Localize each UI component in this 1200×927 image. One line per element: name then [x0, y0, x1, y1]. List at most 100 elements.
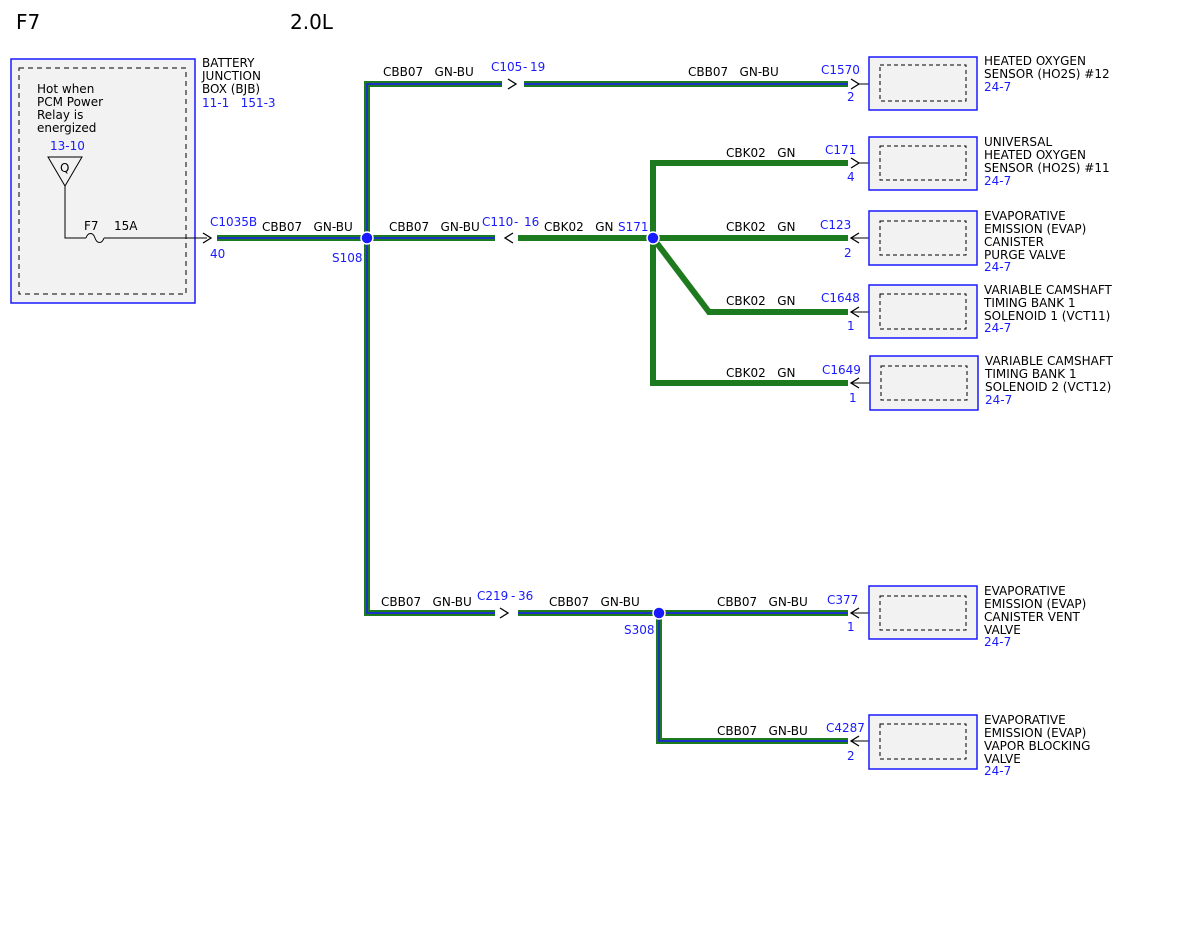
c219-sep: -	[511, 589, 515, 603]
bjb-connector-pin: 40	[210, 247, 225, 261]
c1648-box	[868, 284, 978, 339]
wire-label-bjb-to-s108: CBB07 GN-BU	[262, 220, 353, 234]
splice-s108-dot	[360, 231, 374, 245]
component-vct11: C1648 1 VARIABLE CAMSHAFT TIMING BANK 1 …	[821, 283, 1113, 339]
c4287-name-2: EMISSION (EVAP)	[984, 726, 1086, 740]
c105-sep: -	[523, 60, 527, 74]
c1648-ref: 24-7	[984, 321, 1011, 335]
c110-label: C110	[482, 215, 513, 229]
c1649-ref: 24-7	[985, 393, 1012, 407]
c1570-name-2: SENSOR (HO2S) #12	[984, 67, 1110, 81]
circuit-id: F7	[16, 10, 40, 34]
c105-label: C105	[491, 60, 522, 74]
c1570-pin: 2	[847, 90, 855, 104]
c377-ref: 24-7	[984, 635, 1011, 649]
wire-bottom-trunk	[364, 238, 495, 616]
c1649-box	[869, 355, 979, 411]
c1648-pin: 1	[847, 319, 855, 333]
c377-name-2: EMISSION (EVAP)	[984, 597, 1086, 611]
bjb-ref: 11-1 151-3	[202, 96, 276, 110]
c1570-name-1: HEATED OXYGEN	[984, 54, 1086, 68]
wire-label-to-c4287: CBB07 GN-BU	[717, 724, 808, 738]
c1649-name-2: TIMING BANK 1	[984, 367, 1077, 381]
component-evap-purge-valve: C123 2 EVAPORATIVE EMISSION (EVAP) CANIS…	[820, 209, 1086, 274]
c377-pin: 1	[847, 620, 855, 634]
c377-connector: C377	[827, 593, 858, 607]
c123-ref: 24-7	[984, 260, 1011, 274]
c1570-ref: 24-7	[984, 80, 1011, 94]
wire-label-c110-to-s171: CBK02 GN	[544, 220, 613, 234]
wiring-diagram: F7 2.0L BATTERY JUNCTION BOX (BJB) 11-1 …	[10, 10, 1114, 778]
c171-ref: 24-7	[984, 174, 1011, 188]
c123-name-1: EVAPORATIVE	[984, 209, 1066, 223]
bjb-connector: C1035B	[210, 215, 257, 229]
component-evap-vent-valve: C377 1 EVAPORATIVE EMISSION (EVAP) CANIS…	[827, 584, 1086, 649]
c171-connector: C171	[825, 143, 856, 157]
wire-bottom-trunk-tracer	[366, 238, 495, 614]
bjb-note-line-1: Hot when	[37, 82, 94, 96]
c171-box	[868, 136, 978, 191]
c1649-connector: C1649	[822, 363, 861, 377]
bjb-name-line-1: BATTERY	[202, 56, 255, 70]
fuse-rating: 15A	[114, 219, 138, 233]
c377-name-1: EVAPORATIVE	[984, 584, 1066, 598]
relay-label: Q	[60, 161, 69, 175]
bjb-note-ref: 13-10	[50, 139, 85, 153]
splice-s171-dot	[646, 231, 660, 245]
c1570-arrow-icon	[850, 78, 861, 90]
c4287-connector: C4287	[826, 721, 865, 735]
components: C1570 2 HEATED OXYGEN SENSOR (HO2S) #12 …	[820, 54, 1114, 778]
c1570-connector: C1570	[821, 63, 860, 77]
c4287-ref: 24-7	[984, 764, 1011, 778]
wire-to-c4287-tracer	[658, 613, 848, 742]
c4287-name-1: EVAPORATIVE	[984, 713, 1066, 727]
splice-s108-label: S108	[332, 251, 363, 265]
wire-label-top-to-c1570: CBB07 GN-BU	[688, 65, 779, 79]
c1649-pin: 1	[849, 391, 857, 405]
c219-label: C219	[477, 589, 508, 603]
c110-sep: -	[514, 215, 518, 229]
c1648-connector: C1648	[821, 291, 860, 305]
c171-name-3: SENSOR (HO2S) #11	[984, 161, 1110, 175]
engine-label: 2.0L	[290, 10, 334, 34]
component-evap-vapor-blocking-valve: C4287 2 EVAPORATIVE EMISSION (EVAP) VAPO…	[826, 713, 1090, 778]
splice-s308-dot	[652, 606, 666, 620]
c123-connector: C123	[820, 218, 851, 232]
splice-s308-label: S308	[624, 623, 655, 637]
wire-label-bottom-trunk: CBB07 GN-BU	[381, 595, 472, 609]
c110-pin: 16	[524, 215, 539, 229]
bjb-note-line-3: Relay is	[37, 108, 83, 122]
c1648-name-2: TIMING BANK 1	[983, 296, 1076, 310]
c1649-name-3: SOLENOID 2 (VCT12)	[985, 380, 1111, 394]
c171-name-1: UNIVERSAL	[984, 135, 1052, 149]
bjb-name-line-3: BOX (BJB)	[202, 82, 260, 96]
c1649-name-1: VARIABLE CAMSHAFT	[985, 354, 1114, 368]
inline-connectors: C105 - 19 C110 - 16 C219 - 36	[477, 60, 545, 619]
wire-label-s108-to-c110: CBB07 GN-BU	[389, 220, 480, 234]
wire-to-c4287	[656, 613, 848, 744]
battery-junction-box: BATTERY JUNCTION BOX (BJB) 11-1 151-3 Ho…	[10, 56, 276, 304]
wire-label-c219-to-s308: CBB07 GN-BU	[549, 595, 640, 609]
wire-label-top-trunk: CBB07 GN-BU	[383, 65, 474, 79]
c219-pin: 36	[518, 589, 533, 603]
c123-name-3: CANISTER	[984, 235, 1044, 249]
c171-name-2: HEATED OXYGEN	[984, 148, 1086, 162]
c219-arrow-icon	[499, 607, 510, 619]
c377-name-3: CANISTER VENT	[984, 610, 1081, 624]
wire-label-to-c123: CBK02 GN	[726, 220, 795, 234]
splice-s171-label: S171	[618, 220, 649, 234]
splices: S108 S171 S308	[332, 220, 666, 637]
c110-arrow-icon	[503, 232, 514, 244]
wire-label-to-c1648: CBK02 GN	[726, 294, 795, 308]
c105-arrow-icon	[507, 78, 518, 90]
component-ho2s-11: C171 4 UNIVERSAL HEATED OXYGEN SENSOR (H…	[825, 135, 1110, 191]
c4287-pin: 2	[847, 749, 855, 763]
wires	[217, 81, 848, 744]
c123-name-2: EMISSION (EVAP)	[984, 222, 1086, 236]
c105-pin: 19	[530, 60, 545, 74]
wire-label-to-c377: CBB07 GN-BU	[717, 595, 808, 609]
wire-label-to-c1649: CBK02 GN	[726, 366, 795, 380]
bjb-note-line-4: energized	[37, 121, 96, 135]
component-ho2s-12: C1570 2 HEATED OXYGEN SENSOR (HO2S) #12 …	[821, 54, 1110, 111]
c171-arrow-icon	[850, 157, 861, 169]
